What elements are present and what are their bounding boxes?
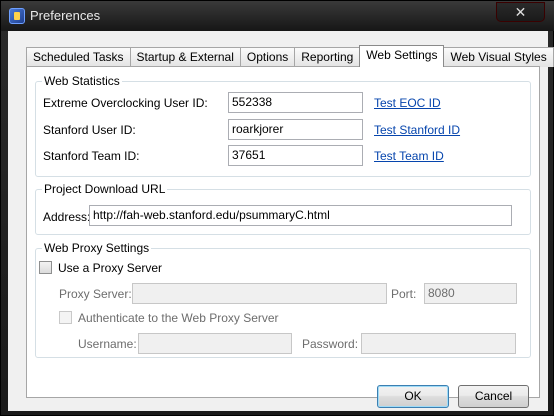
password-label: Password: <box>302 337 359 351</box>
port-label: Port: <box>391 287 417 301</box>
proxy-server-field[interactable] <box>132 283 387 304</box>
tab-strip: Scheduled Tasks Startup & External Optio… <box>26 45 554 67</box>
eoc-id-field[interactable]: 552338 <box>228 92 363 113</box>
app-icon <box>9 8 25 24</box>
tab-options[interactable]: Options <box>239 47 296 67</box>
test-stanford-id-link[interactable]: Test Stanford ID <box>374 123 460 137</box>
username-label: Username: <box>78 337 137 351</box>
web-proxy-group: Web Proxy Settings Use a Proxy Server Pr… <box>35 241 531 358</box>
use-proxy-label[interactable]: Use a Proxy Server <box>58 261 162 275</box>
preferences-window: Preferences ✕ Scheduled Tasks Startup & … <box>0 0 554 416</box>
eoc-id-label: Extreme Overclocking User ID: <box>43 96 208 110</box>
tab-reporting[interactable]: Reporting <box>294 47 361 67</box>
close-icon: ✕ <box>514 4 527 20</box>
web-statistics-group: Web Statistics Extreme Overclocking User… <box>35 74 531 177</box>
tab-scheduled-tasks[interactable]: Scheduled Tasks <box>26 47 131 67</box>
cancel-button[interactable]: Cancel <box>458 385 529 408</box>
close-button[interactable]: ✕ <box>496 2 545 22</box>
title-bar[interactable]: Preferences ✕ <box>1 1 554 31</box>
authenticate-label[interactable]: Authenticate to the Web Proxy Server <box>78 311 279 325</box>
stanford-team-id-field[interactable]: 37651 <box>228 145 363 166</box>
dialog-client-area: Scheduled Tasks Startup & External Optio… <box>8 31 554 411</box>
username-field[interactable] <box>138 333 292 354</box>
window-title: Preferences <box>30 8 101 23</box>
address-field[interactable]: http://fah-web.stanford.edu/psummaryC.ht… <box>89 205 512 226</box>
address-label: Address: <box>43 210 91 224</box>
project-download-title: Project Download URL <box>42 182 168 196</box>
stanford-user-id-label: Stanford User ID: <box>43 123 136 137</box>
use-proxy-checkbox[interactable] <box>39 261 52 274</box>
web-settings-panel: Web Statistics Extreme Overclocking User… <box>26 66 540 398</box>
authenticate-checkbox[interactable] <box>59 311 72 324</box>
test-eoc-id-link[interactable]: Test EOC ID <box>374 96 441 110</box>
tab-web-visual-styles[interactable]: Web Visual Styles <box>443 47 554 67</box>
port-field[interactable]: 8080 <box>424 283 517 304</box>
ok-button[interactable]: OK <box>377 385 449 408</box>
stanford-user-id-field[interactable]: roarkjorer <box>228 119 363 140</box>
tab-web-settings[interactable]: Web Settings <box>359 45 445 67</box>
project-download-group: Project Download URL Address: http://fah… <box>35 182 531 235</box>
tab-startup-external[interactable]: Startup & External <box>129 47 241 67</box>
password-field[interactable] <box>361 333 516 354</box>
test-team-id-link[interactable]: Test Team ID <box>374 149 444 163</box>
web-statistics-title: Web Statistics <box>42 74 122 88</box>
stanford-team-id-label: Stanford Team ID: <box>43 149 140 163</box>
web-proxy-title: Web Proxy Settings <box>42 241 152 255</box>
proxy-server-label: Proxy Server: <box>59 287 132 301</box>
